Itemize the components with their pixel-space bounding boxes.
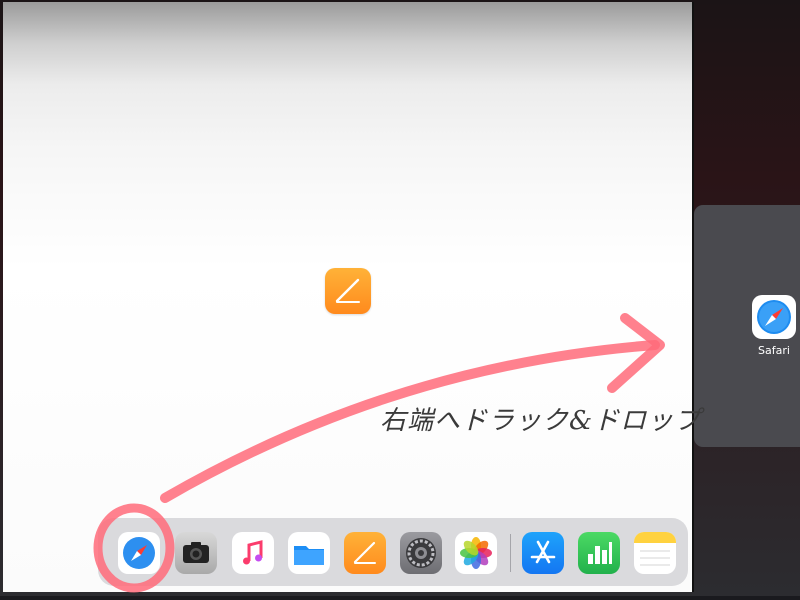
dock-notes-icon[interactable] [634, 532, 676, 574]
dock-settings-icon[interactable] [400, 532, 442, 574]
slideover-app-label: Safari [758, 344, 790, 357]
dock [98, 518, 688, 586]
dock-music-icon[interactable] [232, 532, 274, 574]
dock-divider [510, 534, 511, 572]
dock-files-icon[interactable] [288, 532, 330, 574]
dock-pages-icon[interactable] [344, 532, 386, 574]
dock-numbers-icon[interactable] [578, 532, 620, 574]
pages-icon [325, 268, 371, 314]
dock-photos-icon[interactable] [455, 532, 497, 574]
dock-app-store-icon[interactable] [522, 532, 564, 574]
dock-camera-icon[interactable] [175, 532, 217, 574]
main-app-pane [3, 2, 694, 592]
slideover-panel[interactable]: Safari [694, 205, 800, 447]
safari-icon[interactable] [752, 295, 796, 339]
dock-safari-icon[interactable] [118, 532, 160, 574]
